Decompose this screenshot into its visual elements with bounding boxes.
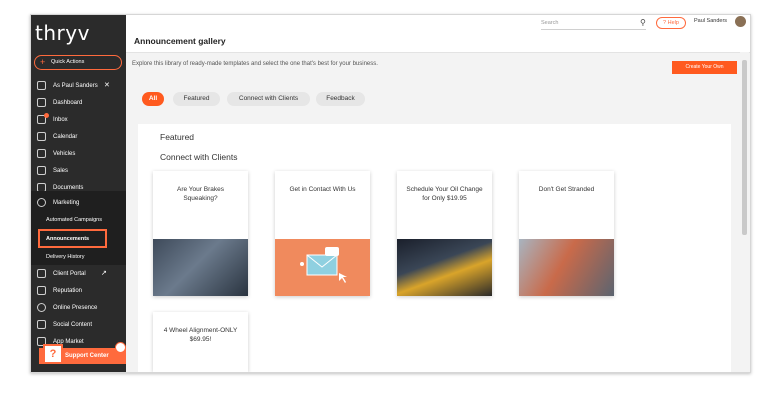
sidebar-item-label: Marketing — [53, 200, 80, 206]
scrollbar-thumb[interactable] — [742, 60, 747, 235]
search-input[interactable]: Search — [541, 17, 646, 30]
envelope-icon — [300, 247, 347, 283]
sidebar-item-label: Client Portal — [53, 271, 86, 277]
page-title: Announcement gallery — [134, 36, 226, 46]
sidebar-item-label: As Paul Sanders — [53, 83, 98, 89]
sidebar-item-dashboard[interactable]: Dashboard — [31, 95, 126, 111]
template-card[interactable]: Are Your Brakes Squeaking? — [153, 171, 248, 296]
card-title: Don't Get Stranded — [538, 186, 595, 193]
sidebar-item-vehicles[interactable]: Vehicles — [31, 146, 126, 162]
sidebar-item-label: Calendar — [53, 134, 78, 140]
card-title: 4 Wheel Alignment-ONLY $69.95! — [163, 327, 238, 343]
support-center-button[interactable]: ? Support Center — [39, 342, 126, 364]
social-icon — [37, 320, 46, 329]
plus-icon: + — [40, 57, 46, 67]
card-image-envelope — [275, 239, 370, 296]
card-image-stranded — [519, 239, 614, 296]
filter-featured[interactable]: Featured — [173, 92, 220, 106]
template-card[interactable]: Get in Contact With Us — [275, 171, 370, 296]
reputation-icon — [37, 286, 46, 295]
sidebar-item-label: Sales — [53, 168, 69, 174]
submenu-announcements[interactable]: Announcements — [46, 236, 89, 242]
filter-all[interactable]: All — [142, 92, 164, 106]
scrollbar[interactable] — [740, 52, 749, 372]
sidebar-item-label: Online Presence — [53, 305, 98, 311]
card-image-mechanic — [153, 239, 248, 296]
user-icon — [37, 81, 46, 90]
close-icon[interactable]: ✕ — [104, 78, 110, 94]
sidebar-item-sales[interactable]: Sales — [31, 163, 126, 179]
card-title: Get in Contact With Us — [289, 186, 356, 193]
sidebar-item-marketing[interactable]: Marketing — [31, 195, 126, 211]
globe-icon — [37, 303, 46, 312]
sidebar-item-label: Social Content — [53, 322, 93, 328]
calendar-icon — [37, 132, 46, 141]
sidebar-item-account[interactable]: As Paul Sanders ✕ — [31, 78, 126, 94]
section-heading-connect: Connect with Clients — [160, 152, 238, 162]
create-your-own-button[interactable]: Create Your Own — [672, 61, 737, 74]
submenu-delivery-history[interactable]: Delivery History — [46, 254, 85, 260]
sidebar-item-label: Inbox — [53, 117, 68, 123]
header: Search ⚲ ? Help Paul Sanders Announcemen… — [126, 15, 750, 53]
marketing-icon — [37, 198, 46, 207]
avatar[interactable] — [735, 16, 746, 27]
vehicle-icon — [37, 149, 46, 158]
search-icon[interactable]: ⚲ — [640, 18, 646, 27]
sidebar-item-reputation[interactable]: Reputation — [31, 283, 126, 299]
filter-feedback[interactable]: Feedback — [316, 92, 365, 106]
card-title: Are Your Brakes Squeaking? — [177, 186, 224, 202]
app-window: thryv + Quick Actions As Paul Sanders ✕ Da… — [30, 14, 751, 373]
filter-connect-with-clients[interactable]: Connect with Clients — [227, 92, 310, 106]
template-card[interactable]: 4 Wheel Alignment-ONLY $69.95! — [153, 312, 248, 372]
user-name[interactable]: Paul Sanders — [694, 18, 727, 24]
help-icon: ? — [43, 344, 63, 364]
thryv-logo[interactable]: thryv — [35, 21, 90, 45]
template-card[interactable]: Don't Get Stranded — [519, 171, 614, 296]
card-title: Schedule Your Oil Change for Only $19.95 — [406, 186, 483, 202]
help-button[interactable]: ? Help — [656, 17, 686, 29]
sidebar-item-calendar[interactable]: Calendar — [31, 129, 126, 145]
sidebar-item-label: Vehicles — [53, 151, 76, 157]
page-description: Explore this library of ready-made templ… — [132, 61, 378, 67]
quick-actions-label: Quick Actions — [51, 59, 85, 65]
gallery-panel: Featured Connect with Clients Are Your B… — [138, 124, 731, 372]
external-link-icon: ↗ — [101, 270, 107, 277]
submenu-automated-campaigns[interactable]: Automated Campaigns — [46, 217, 102, 223]
sidebar-item-label: Dashboard — [53, 100, 83, 106]
sidebar-item-client-portal[interactable]: Client Portal ↗ — [31, 266, 126, 282]
notification-badge — [44, 113, 49, 118]
sidebar-item-online-presence[interactable]: Online Presence — [31, 300, 126, 316]
sidebar-item-label: Reputation — [53, 288, 83, 294]
card-image-oil — [397, 239, 492, 296]
sidebar: thryv + Quick Actions As Paul Sanders ✕ Da… — [31, 15, 126, 372]
section-heading-featured: Featured — [160, 132, 195, 142]
portal-icon — [37, 269, 46, 278]
sidebar-item-social-content[interactable]: Social Content — [31, 317, 126, 333]
sales-icon — [37, 166, 46, 175]
template-card[interactable]: Schedule Your Oil Change for Only $19.95 — [397, 171, 492, 296]
dashboard-icon — [37, 98, 46, 107]
chat-bubble-icon — [115, 342, 126, 353]
quick-actions-button[interactable]: + Quick Actions — [34, 55, 122, 70]
sidebar-item-inbox[interactable]: Inbox — [31, 112, 126, 128]
support-label: Support Center — [65, 353, 109, 359]
